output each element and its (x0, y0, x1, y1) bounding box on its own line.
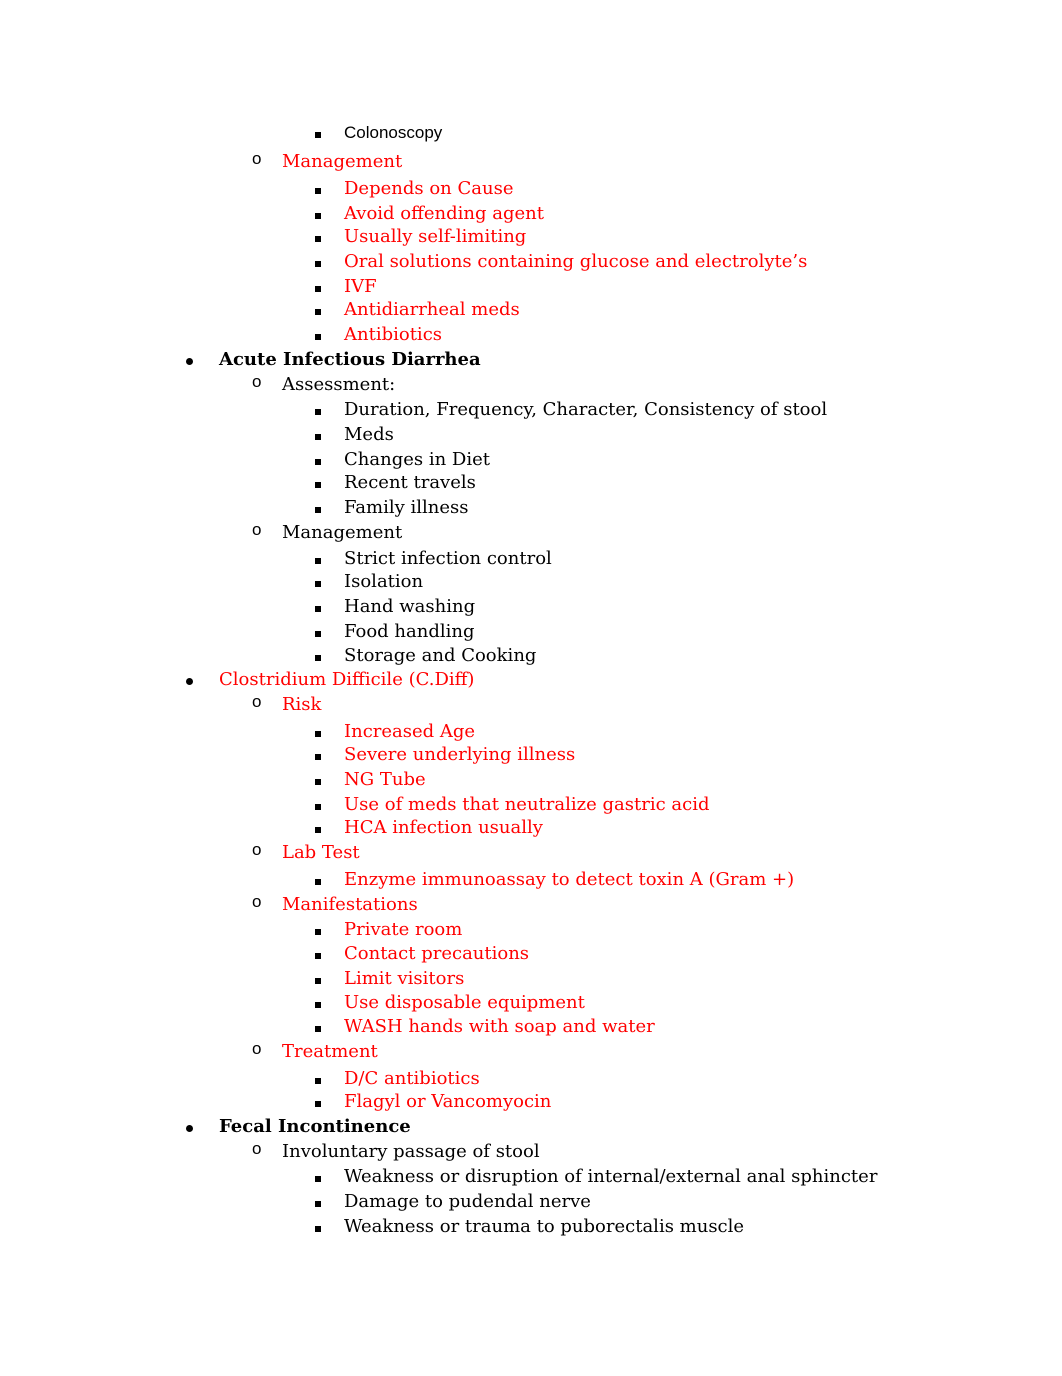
bullet-icon (186, 1116, 193, 1138)
square-bullet-icon (315, 276, 321, 298)
list-item-text: Limit visitors (344, 968, 465, 989)
circle-bullet-icon: o (252, 1139, 262, 1158)
list-item-text: Strict infection control (344, 548, 552, 569)
list-item-text: NG Tube (344, 769, 426, 790)
square-bullet-icon (315, 1091, 321, 1113)
square-bullet-icon (315, 203, 321, 225)
list-item-text: WASH hands with soap and water (344, 1016, 655, 1037)
circle-bullet-icon: o (252, 372, 262, 391)
square-bullet-icon (315, 769, 321, 791)
section-heading-text: Clostridium Difficile (C.Diff) (219, 669, 475, 690)
circle-bullet-icon: o (252, 1039, 262, 1058)
list-item-text: Management (282, 151, 403, 172)
list-item-text: Colonoscopy (344, 123, 443, 142)
square-bullet-icon (315, 968, 321, 990)
bullet-icon (186, 349, 193, 371)
list-item-text: Weakness or trauma to puborectalis muscl… (344, 1216, 745, 1237)
circle-bullet-icon: o (252, 149, 262, 168)
square-bullet-icon (315, 1216, 321, 1238)
square-bullet-icon (315, 943, 321, 965)
circle-bullet-icon: o (252, 520, 262, 539)
section-heading-text: Acute Infectious Diarrhea (219, 349, 481, 370)
square-bullet-icon (315, 919, 321, 941)
list-item-text: Increased Age (344, 721, 476, 742)
square-bullet-icon (315, 226, 321, 248)
list-item-text: Use of meds that neutralize gastric acid (344, 794, 710, 815)
list-item-text: Meds (344, 424, 394, 445)
square-bullet-icon (315, 1016, 321, 1038)
list-item-text: Weakness or disruption of internal/exter… (344, 1166, 878, 1187)
list-item-text: HCA infection usually (344, 817, 543, 838)
list-item-text: Avoid offending agent (344, 203, 544, 224)
square-bullet-icon (315, 472, 321, 494)
square-bullet-icon (315, 251, 321, 273)
document-page: Colonoscopy o Management Depends on Cause… (0, 0, 1062, 1376)
square-bullet-icon (315, 1166, 321, 1188)
list-item-text: Changes in Diet (344, 449, 490, 470)
square-bullet-icon (315, 596, 321, 618)
list-item-text: Contact precautions (344, 943, 530, 964)
square-bullet-icon (315, 817, 321, 839)
list-item-text: Risk (282, 694, 322, 715)
square-bullet-icon (315, 571, 321, 593)
circle-bullet-icon: o (252, 692, 262, 711)
square-bullet-icon (315, 721, 321, 743)
square-bullet-icon (315, 449, 321, 471)
square-bullet-icon (315, 744, 321, 766)
square-bullet-icon (315, 424, 321, 446)
section-heading-text: Fecal Incontinence (219, 1116, 411, 1137)
square-bullet-icon (315, 299, 321, 321)
list-item-text: Private room (344, 919, 463, 940)
list-item-text: Usually self-limiting (344, 226, 527, 247)
square-bullet-icon (315, 869, 321, 891)
square-bullet-icon (315, 122, 321, 144)
list-item-text: Family illness (344, 497, 469, 518)
list-item-text: Isolation (344, 571, 424, 592)
list-item-text: Manifestations (282, 894, 418, 915)
list-item-text: Antibiotics (344, 324, 443, 345)
list-item-text: Oral solutions containing glucose and el… (344, 251, 808, 272)
square-bullet-icon (315, 324, 321, 346)
list-item-text: IVF (344, 276, 377, 297)
square-bullet-icon (315, 178, 321, 200)
circle-bullet-icon: o (252, 840, 262, 859)
square-bullet-icon (315, 794, 321, 816)
list-item-text: Involuntary passage of stool (282, 1141, 540, 1162)
circle-bullet-icon: o (252, 892, 262, 911)
list-item-text: Management (282, 522, 403, 543)
list-item-text: Enzyme immunoassay to detect toxin A (Gr… (344, 869, 795, 890)
square-bullet-icon (315, 1068, 321, 1090)
list-item-text: Flagyl or Vancomyocin (344, 1091, 552, 1112)
list-item-text: Hand washing (344, 596, 476, 617)
list-item-text: Use disposable equipment (344, 992, 585, 1013)
list-item-text: Lab Test (282, 842, 360, 863)
list-item-text: Recent travels (344, 472, 476, 493)
list-item-text: Depends on Cause (344, 178, 514, 199)
list-item-text: Antidiarrheal meds (344, 299, 520, 320)
square-bullet-icon (315, 621, 321, 643)
square-bullet-icon (315, 497, 321, 519)
list-item-text: Assessment: (282, 374, 396, 395)
square-bullet-icon (315, 548, 321, 570)
list-item-text: Storage and Cooking (344, 645, 537, 666)
square-bullet-icon (315, 645, 321, 667)
square-bullet-icon (315, 1191, 321, 1213)
list-item-text: Food handling (344, 621, 475, 642)
square-bullet-icon (315, 992, 321, 1014)
list-item-text: Treatment (282, 1041, 378, 1062)
list-item-text: Duration, Frequency, Character, Consiste… (344, 399, 828, 420)
bullet-icon (186, 669, 193, 691)
list-item-text: D/C antibiotics (344, 1068, 480, 1089)
list-item-text: Severe underlying illness (344, 744, 576, 765)
square-bullet-icon (315, 399, 321, 421)
list-item-text: Damage to pudendal nerve (344, 1191, 591, 1212)
